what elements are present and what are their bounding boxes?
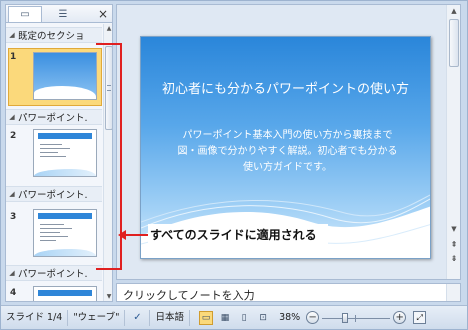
section-header-2[interactable]: ◢ パワーポイント.: [6, 109, 102, 125]
slide-thumbnail-2[interactable]: [33, 129, 97, 177]
next-slide-icon[interactable]: ⇟: [448, 253, 460, 265]
normal-view-icon[interactable]: ▭: [199, 310, 213, 325]
slide-counter: スライド 1/4: [1, 309, 69, 326]
zoom-out-button[interactable]: −: [306, 311, 320, 324]
zoom-in-button[interactable]: +: [393, 311, 407, 324]
slides-tab[interactable]: ▭: [8, 6, 42, 22]
slide-wave-graphic: [141, 194, 430, 258]
slide-body-text[interactable]: パワーポイント基本入門の使い方から裏技まで図・画像で分かりやすく解説。初心者でも…: [175, 128, 400, 176]
scroll-thumb[interactable]: [105, 46, 112, 130]
slide-number: 2: [10, 131, 17, 141]
slides-tab-icon: ▭: [20, 9, 30, 20]
scroll-up-icon[interactable]: ▲: [447, 5, 461, 17]
scroll-up-icon[interactable]: ▲: [104, 24, 112, 34]
status-bar: スライド 1/4 "ウェーブ" ✓ 日本語 ▭ ▦ ▯ ⊡ 38% − + ⤢: [1, 305, 467, 329]
annotation-label: すべてのスライドに適用される: [150, 228, 317, 242]
collapse-triangle-icon: ◢: [9, 269, 15, 277]
slideshow-view-icon[interactable]: ⊡: [256, 311, 270, 325]
notes-scrollbar[interactable]: [446, 284, 460, 301]
zoom-slider[interactable]: [322, 311, 391, 325]
panel-tabs: ▭ ☰ ×: [6, 5, 112, 23]
annotation-arrow-line: [122, 234, 150, 236]
annotation-bracket-top: [96, 43, 122, 45]
annotation-bracket-bottom: [96, 268, 122, 270]
slides-panel-scrollbar[interactable]: ▲ ▼: [103, 24, 112, 301]
slide-thumbnail-3[interactable]: [33, 209, 97, 257]
section-label: 既定のセクショ: [18, 31, 85, 42]
outline-tab-icon: ☰: [58, 8, 68, 20]
thumbnail-wave: [34, 169, 96, 176]
notes-pane[interactable]: クリックしてノートを入力: [116, 283, 461, 302]
thumbnail-line: [40, 232, 60, 233]
slide-title[interactable]: 初心者にも分かるパワーポイントの使い方: [141, 78, 430, 97]
thumbnail-line: [40, 224, 64, 225]
panel-close-button[interactable]: ×: [96, 6, 110, 22]
thumbnail-line: [40, 144, 62, 145]
zoom-slider-mid-mark: [355, 314, 357, 322]
thumbnail-title-bar: [38, 133, 92, 139]
language-indicator[interactable]: 日本語: [150, 309, 190, 326]
slide-number: 1: [10, 52, 17, 62]
collapse-triangle-icon: ◢: [9, 31, 15, 39]
slide-sorter-view-icon[interactable]: ▦: [218, 311, 232, 325]
view-buttons: ▭ ▦ ▯ ⊡: [190, 310, 276, 326]
section-header-4[interactable]: ◢ パワーポイント.: [6, 265, 102, 281]
section-header-3[interactable]: ◢ パワーポイント.: [6, 186, 102, 202]
slide-number: 4: [10, 288, 17, 298]
section-label: パワーポイント.: [18, 269, 88, 280]
scroll-down-icon[interactable]: ▼: [447, 223, 461, 235]
reading-view-icon[interactable]: ▯: [237, 311, 251, 325]
slide-number: 3: [10, 212, 17, 222]
zoom-slider-track: [322, 317, 391, 319]
outline-tab[interactable]: ☰: [46, 6, 80, 22]
thumbnail-title-bar: [38, 213, 92, 219]
slide-thumbnail-1[interactable]: [33, 52, 97, 100]
previous-slide-icon[interactable]: ⇞: [448, 239, 460, 251]
thumbnail-wave: [34, 86, 96, 99]
scroll-grip: [107, 85, 111, 91]
spell-check-icon: ✓: [133, 311, 142, 323]
section-header-default[interactable]: ◢ 既定のセクショ: [6, 27, 102, 43]
thumbnail-line: [40, 236, 68, 237]
fit-to-window-icon[interactable]: ⤢: [413, 311, 427, 324]
main-scrollbar[interactable]: ▲ ▼ ⇞ ⇟: [446, 5, 460, 279]
thumbnail-line: [40, 240, 56, 241]
thumbnail-wave: [34, 249, 96, 256]
scroll-thumb[interactable]: [449, 19, 459, 67]
notes-placeholder[interactable]: クリックしてノートを入力: [123, 287, 255, 303]
annotation-arrowhead-icon: [118, 230, 126, 240]
theme-name: "ウェーブ": [68, 309, 126, 326]
zoom-slider-knob[interactable]: [342, 312, 349, 323]
spell-check-status[interactable]: ✓: [125, 309, 151, 326]
slide-thumbnail-4[interactable]: [33, 286, 97, 301]
collapse-triangle-icon: ◢: [9, 190, 15, 198]
thumbnail-title-bar: [38, 290, 92, 296]
slides-panel: ▭ ☰ × ◢ 既定のセクショ 1 ◢ パワーポイント. 2 ◢ パワーポイント…: [5, 4, 113, 302]
collapse-triangle-icon: ◢: [9, 113, 15, 121]
thumbnail-line: [40, 156, 66, 157]
zoom-level[interactable]: 38%: [276, 310, 303, 326]
section-label: パワーポイント.: [18, 190, 88, 201]
thumbnail-line: [40, 148, 70, 149]
thumbnail-line: [40, 152, 58, 153]
scroll-down-icon[interactable]: ▼: [104, 292, 112, 301]
thumbnail-line: [40, 228, 72, 229]
section-label: パワーポイント.: [18, 113, 88, 124]
